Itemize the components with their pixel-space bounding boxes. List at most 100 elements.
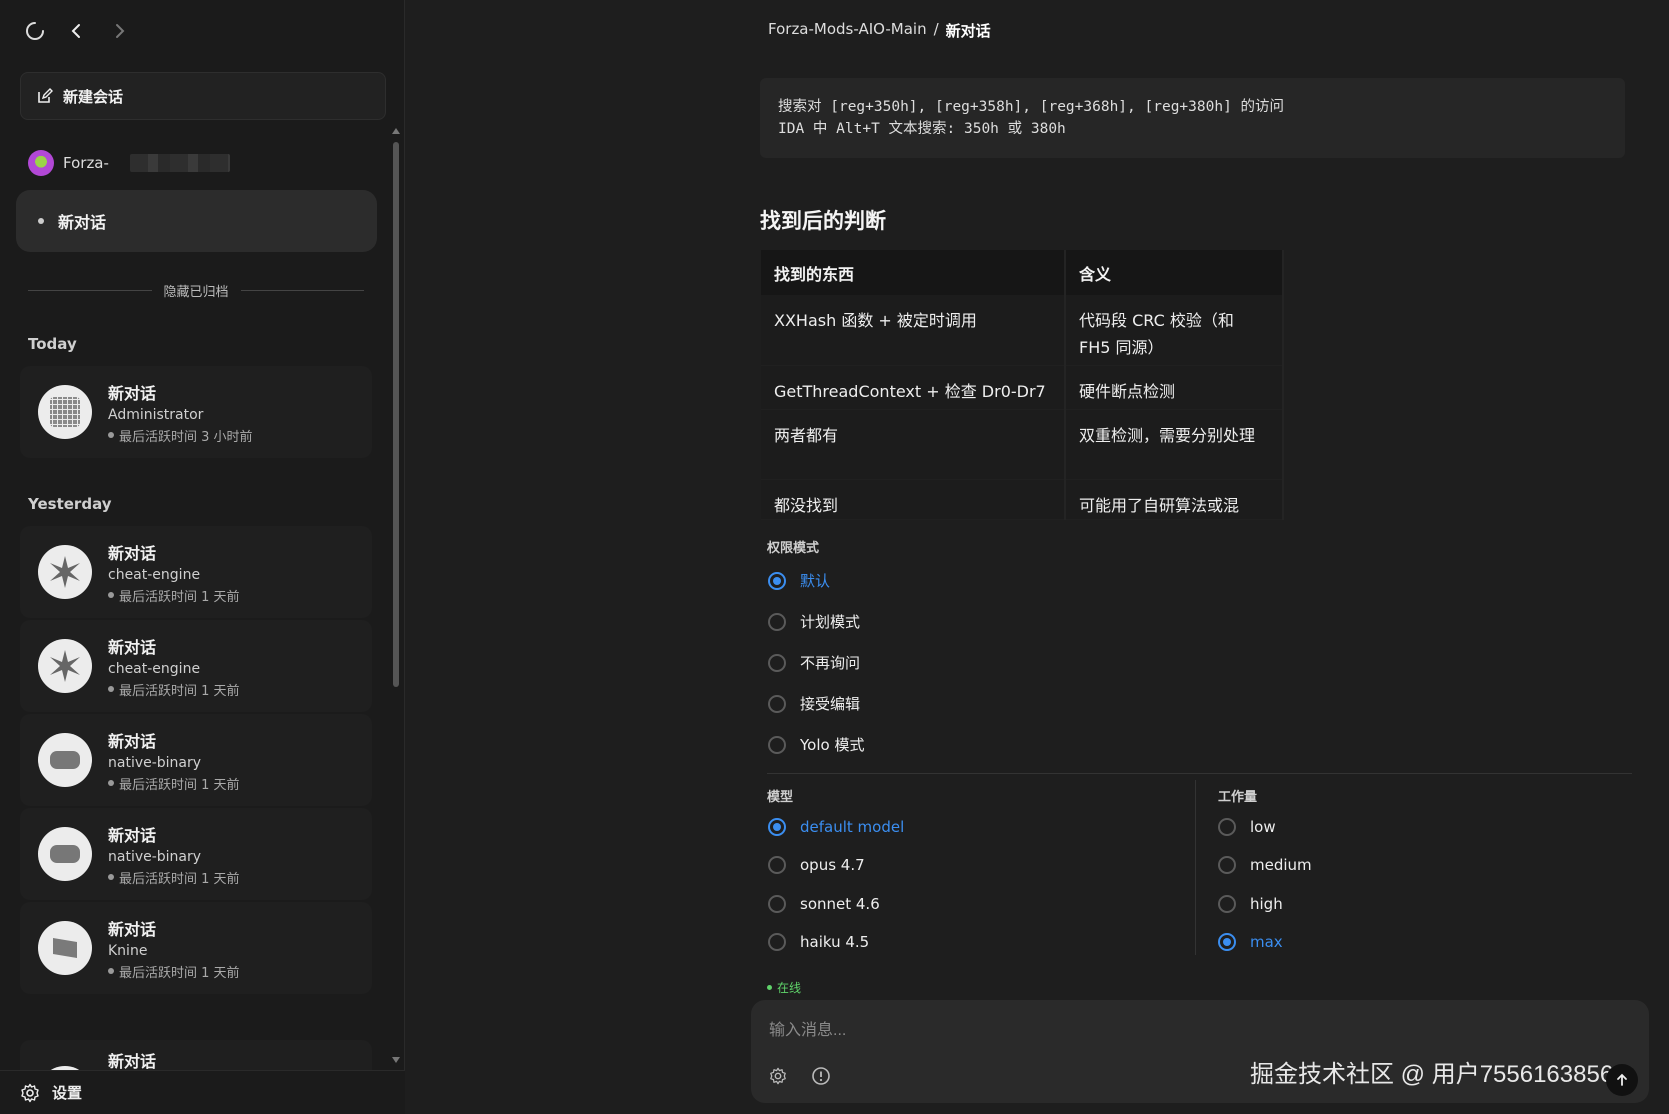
model-option-haiku[interactable]: haiku 4.5 <box>768 933 869 951</box>
refresh-icon <box>26 22 44 40</box>
column-divider <box>1195 780 1196 955</box>
radio-label: default model <box>800 818 905 836</box>
conversation-title: 新对话 <box>108 543 157 563</box>
settings-label: 设置 <box>52 1084 83 1102</box>
archive-toggle[interactable]: 隐藏已归档 <box>28 282 365 300</box>
radio-unchecked-icon <box>1218 856 1236 874</box>
radio-unchecked-icon <box>1218 818 1236 836</box>
permission-option-yolo[interactable]: Yolo 模式 <box>768 734 864 755</box>
radio-checked-icon <box>1218 933 1236 951</box>
conversation-item[interactable]: 新对话 Knine 最后活跃时间 1 天前 <box>20 902 372 994</box>
conversation-title: 新对话 <box>108 637 157 657</box>
pill-icon <box>38 733 92 787</box>
conversation-meta: 最后活跃时间 1 天前 <box>108 962 240 981</box>
breadcrumb-project[interactable]: Forza-Mods-AIO-Main <box>768 20 927 41</box>
starburst-icon <box>38 639 92 693</box>
radio-label: 计划模式 <box>800 613 861 631</box>
code-line: 搜索对 [reg+350h], [reg+358h], [reg+368h], … <box>778 99 1285 115</box>
effort-label: 工作量 <box>1218 790 1258 805</box>
effort-option-max[interactable]: max <box>1218 933 1283 951</box>
conversation-subtitle: Knine <box>108 942 148 959</box>
permission-option-default[interactable]: 默认 <box>768 570 830 591</box>
send-button[interactable] <box>1606 1064 1638 1096</box>
status-dot <box>108 686 114 692</box>
grid-icon <box>38 385 92 439</box>
section-heading: 找到后的判断 <box>760 209 886 233</box>
conversation-subtitle: native-binary <box>108 848 202 865</box>
radio-unchecked-icon <box>768 735 786 754</box>
project-name: Forza- <box>63 154 109 172</box>
conversation-item[interactable]: 新对话 native-binary 最后活跃时间 1 天前 <box>20 808 372 900</box>
sidebar-scrollbar[interactable] <box>392 128 400 1063</box>
scroll-down-icon[interactable] <box>392 1057 400 1063</box>
permission-option-plan[interactable]: 计划模式 <box>768 611 860 632</box>
status-dot <box>108 968 114 974</box>
radio-label: 接受编辑 <box>800 695 861 713</box>
conversation-subtitle: native-binary <box>108 754 202 771</box>
status-dot <box>108 874 114 880</box>
conversation-item[interactable]: 新对话 cheat-engine 最后活跃时间 1 天前 <box>20 620 372 712</box>
conversation-title: 新对话 <box>108 919 157 939</box>
conversation-item[interactable]: 新对话 cheat-engine 最后活跃时间 1 天前 <box>20 526 372 618</box>
breadcrumb: Forza-Mods-AIO-Main / 新对话 <box>768 20 991 41</box>
radio-label: sonnet 4.6 <box>800 895 880 913</box>
model-option-sonnet[interactable]: sonnet 4.6 <box>768 895 880 913</box>
scroll-up-icon[interactable] <box>392 128 400 134</box>
edit-icon <box>38 88 53 103</box>
online-status-label: 在线 <box>777 981 802 995</box>
table-cell: GetThreadContext + 检查 Dr0-Dr7 <box>761 365 1066 410</box>
archive-toggle-label: 隐藏已归档 <box>163 284 229 300</box>
divider <box>240 289 365 291</box>
radio-checked-icon <box>768 571 786 590</box>
pill-icon <box>38 827 92 881</box>
status-dot <box>108 592 114 598</box>
permission-option-no-ask[interactable]: 不再询问 <box>768 652 860 673</box>
status-dot <box>108 432 114 438</box>
composer-settings-button[interactable] <box>766 1064 790 1088</box>
table-cell: 两者都有 <box>761 409 1066 480</box>
effort-option-low[interactable]: low <box>1218 818 1276 836</box>
conversation-meta: 最后活跃时间 1 天前 <box>108 868 240 887</box>
divider <box>28 289 152 291</box>
conversation-item[interactable]: 新对话 Administrator 最后活跃时间 3 小时前 <box>20 366 372 458</box>
settings-button[interactable]: 设置 <box>0 1070 405 1114</box>
active-conversation[interactable]: 新对话 <box>16 190 377 252</box>
composer-info-button[interactable] <box>809 1064 833 1088</box>
bullet-icon <box>38 218 44 224</box>
conversation-meta: 最后活跃时间 1 天前 <box>108 586 240 605</box>
project-avatar-icon <box>28 150 54 176</box>
scroll-thumb[interactable] <box>393 142 399 687</box>
radio-label: 默认 <box>800 572 831 590</box>
effort-option-high[interactable]: high <box>1218 895 1283 913</box>
conversation-meta: 最后活跃时间 1 天前 <box>108 774 240 793</box>
message-input[interactable] <box>769 1016 1629 1046</box>
code-block: 搜索对 [reg+350h], [reg+358h], [reg+368h], … <box>760 78 1625 158</box>
table-header-cell: 找到的东西 <box>761 250 1066 295</box>
breadcrumb-current: 新对话 <box>945 22 991 40</box>
conversation-item[interactable]: 新对话 native-binary 最后活跃时间 1 天前 <box>20 714 372 806</box>
new-chat-button[interactable]: 新建会话 <box>20 72 386 120</box>
back-button[interactable] <box>64 18 90 44</box>
refresh-button[interactable] <box>22 18 48 44</box>
last-active-text: 最后活跃时间 1 天前 <box>119 871 240 887</box>
radio-unchecked-icon <box>768 612 786 631</box>
watermark: 掘金技术社区 @ 用户75561638568 <box>1250 1061 1627 1088</box>
forward-button[interactable] <box>106 18 132 44</box>
radio-label: medium <box>1250 856 1312 874</box>
conversation-subtitle: cheat-engine <box>108 566 201 583</box>
permission-option-accept-edits[interactable]: 接受编辑 <box>768 693 860 714</box>
permission-mode-label: 权限模式 <box>767 541 820 556</box>
table-cell: 代码段 CRC 校验（和 FH5 同源） <box>1065 295 1284 366</box>
radio-label: 不再询问 <box>800 654 861 672</box>
table-header-cell: 含义 <box>1065 250 1284 295</box>
table-cell: 可能用了自研算法或混 <box>1065 479 1284 520</box>
model-option-default[interactable]: default model <box>768 818 904 836</box>
active-conversation-title: 新对话 <box>58 213 107 232</box>
app-window: 新建会话 Forza- 新对话 隐藏已归档 Today 新对话 Administ… <box>0 0 1669 1114</box>
effort-option-medium[interactable]: medium <box>1218 856 1312 874</box>
model-option-opus[interactable]: opus 4.7 <box>768 856 865 874</box>
conversation-title: 新对话 <box>108 731 157 751</box>
card-icon <box>38 921 92 975</box>
project-selector[interactable]: Forza- <box>28 150 230 176</box>
table-row: 两者都有 双重检测，需要分别处理 <box>761 409 1284 480</box>
